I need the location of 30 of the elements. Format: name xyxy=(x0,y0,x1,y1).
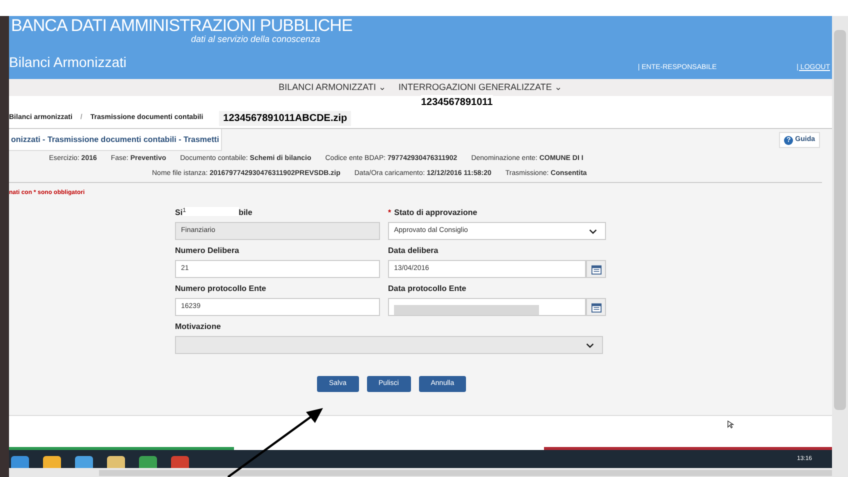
taskbar-app-icon[interactable] xyxy=(139,456,157,468)
field-label: Stato di approvazione xyxy=(394,207,478,219)
field-label: Motivazione xyxy=(175,321,221,333)
field-label: Numero Delibera xyxy=(175,245,240,257)
site-title: BANCA DATI AMMINISTRAZIONI PUBBLICHE xyxy=(11,17,352,34)
app-name: Bilanci Armonizzati xyxy=(9,53,126,72)
page-tab[interactable]: onizzati - Trasmissione documenti contabili - Trasmetti xyxy=(9,129,222,151)
date-field[interactable] xyxy=(388,298,586,316)
required-asterisk: * xyxy=(388,207,392,219)
field-label: Data delibera xyxy=(388,245,438,257)
calendar-icon xyxy=(590,264,602,274)
horizontal-scrollbar[interactable] xyxy=(9,468,832,477)
field-label: Data protocollo Ente xyxy=(388,283,466,295)
file-name-label: 1234567891011ABCDE.zip xyxy=(219,110,352,126)
taskbar-app-icon[interactable] xyxy=(75,456,93,468)
cursor-icon xyxy=(727,420,734,429)
chevron-down-icon xyxy=(586,342,594,348)
nav-menu[interactable]: INTERROGAZIONI GENERALIZZATE ⌄ xyxy=(398,80,562,94)
taskbar-app-icon[interactable] xyxy=(171,456,189,468)
nav-menu[interactable]: BILANCI ARMONIZZATI ⌄ xyxy=(278,80,386,94)
chevron-down-icon xyxy=(589,228,597,234)
taskbar-app-icon[interactable] xyxy=(43,456,61,468)
vertical-scrollbar[interactable] xyxy=(832,16,848,477)
calendar-button[interactable] xyxy=(586,260,606,278)
site-subtitle: dati al servizio della conoscenza xyxy=(191,34,320,44)
field-label: Numero protocollo Ente xyxy=(175,283,266,295)
calendar-icon xyxy=(590,302,602,312)
taskbar-app-icon[interactable] xyxy=(107,456,125,468)
calendar-button[interactable] xyxy=(586,298,606,316)
taskbar-app-icon[interactable] xyxy=(11,456,29,468)
